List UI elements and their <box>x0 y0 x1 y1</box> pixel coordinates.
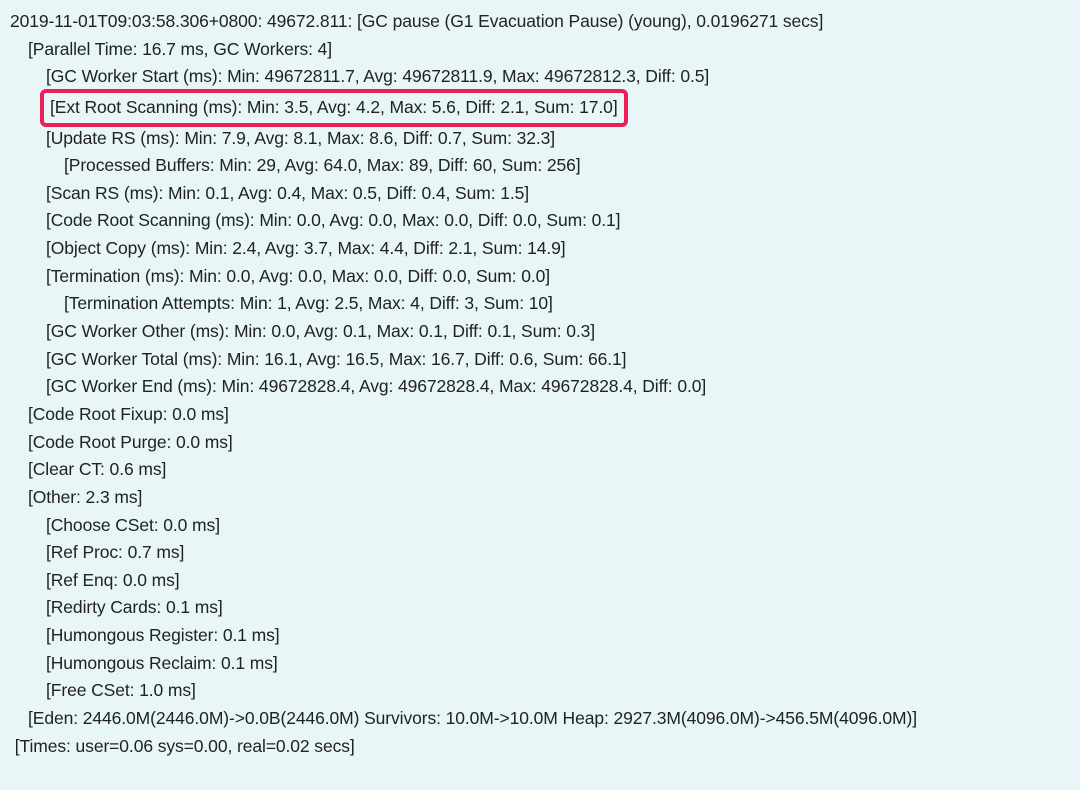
log-line: [Update RS (ms): Min: 7.9, Avg: 8.1, Max… <box>10 125 1070 153</box>
log-line: [Processed Buffers: Min: 29, Avg: 64.0, … <box>10 152 1070 180</box>
log-line: 2019-11-01T09:03:58.306+0800: 49672.811:… <box>10 8 1070 36</box>
log-line: [Choose CSet: 0.0 ms] <box>10 512 1070 540</box>
log-line: [Termination (ms): Min: 0.0, Avg: 0.0, M… <box>10 263 1070 291</box>
log-line: [Code Root Fixup: 0.0 ms] <box>10 401 1070 429</box>
log-line: [Termination Attempts: Min: 1, Avg: 2.5,… <box>10 290 1070 318</box>
log-line: [Clear CT: 0.6 ms] <box>10 456 1070 484</box>
log-line: [Ref Enq: 0.0 ms] <box>10 567 1070 595</box>
log-line: [GC Worker End (ms): Min: 49672828.4, Av… <box>10 373 1070 401</box>
log-line: [Redirty Cards: 0.1 ms] <box>10 594 1070 622</box>
log-line: [Code Root Purge: 0.0 ms] <box>10 429 1070 457</box>
log-line: [GC Worker Total (ms): Min: 16.1, Avg: 1… <box>10 346 1070 374</box>
log-line: [GC Worker Start (ms): Min: 49672811.7, … <box>10 63 1070 91</box>
log-line: [Humongous Reclaim: 0.1 ms] <box>10 650 1070 678</box>
log-line: [Eden: 2446.0M(2446.0M)->0.0B(2446.0M) S… <box>10 705 1070 733</box>
log-line: [Scan RS (ms): Min: 0.1, Avg: 0.4, Max: … <box>10 180 1070 208</box>
log-line-highlighted: [Ext Root Scanning (ms): Min: 3.5, Avg: … <box>50 97 618 117</box>
log-line: [Times: user=0.06 sys=0.00, real=0.02 se… <box>10 733 1070 761</box>
log-line: [Code Root Scanning (ms): Min: 0.0, Avg:… <box>10 207 1070 235</box>
log-line: [Other: 2.3 ms] <box>10 484 1070 512</box>
log-line: [Ref Proc: 0.7 ms] <box>10 539 1070 567</box>
log-line: [GC Worker Other (ms): Min: 0.0, Avg: 0.… <box>10 318 1070 346</box>
log-line: [Humongous Register: 0.1 ms] <box>10 622 1070 650</box>
log-line: [Object Copy (ms): Min: 2.4, Avg: 3.7, M… <box>10 235 1070 263</box>
highlight-box: [Ext Root Scanning (ms): Min: 3.5, Avg: … <box>40 89 628 127</box>
log-line: [Parallel Time: 16.7 ms, GC Workers: 4] <box>10 36 1070 64</box>
log-line: [Free CSet: 1.0 ms] <box>10 677 1070 705</box>
